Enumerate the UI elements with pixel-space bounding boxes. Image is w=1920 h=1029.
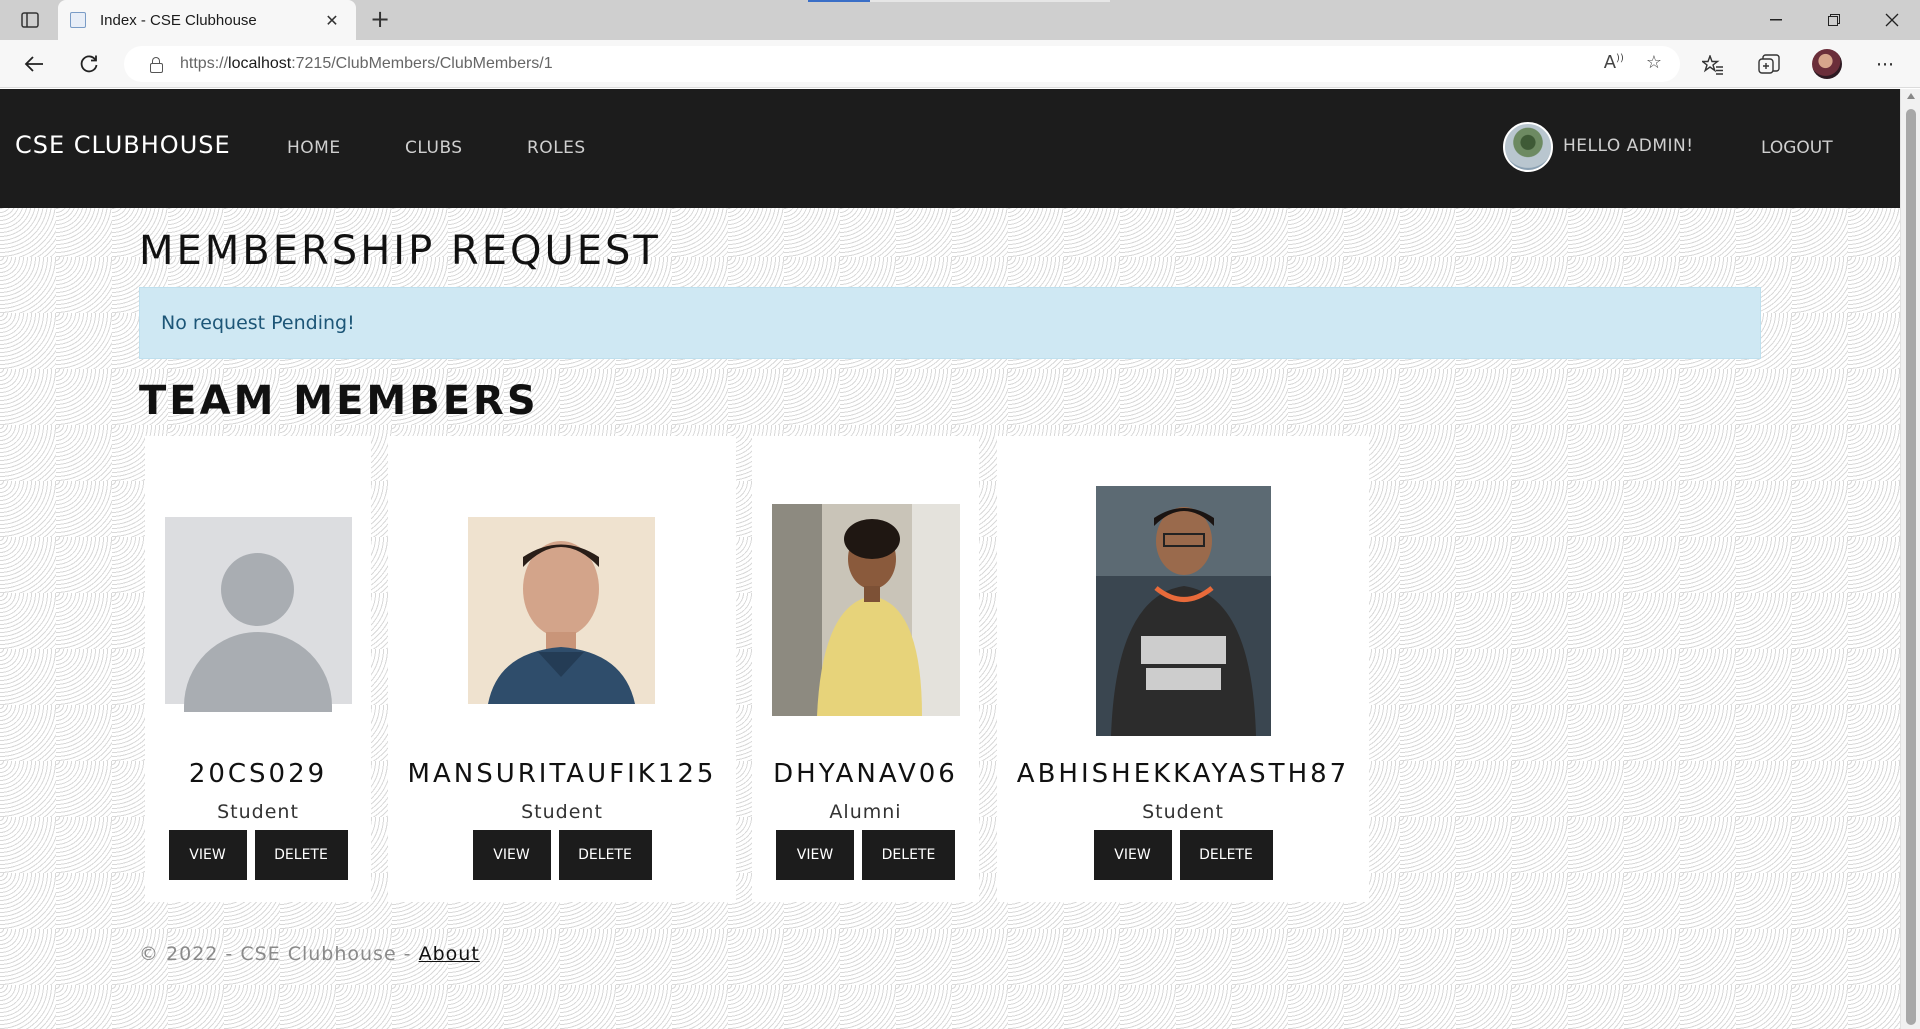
nav-home[interactable]: HOME <box>287 138 341 158</box>
member-card: ABHISHEKKAYASTH87 Student VIEW DELETE <box>997 436 1369 902</box>
member-role: Student <box>1142 801 1224 823</box>
member-name: MANSURITAUFIK125 <box>407 759 717 789</box>
url-text: https://localhost:7215/ClubMembers/ClubM… <box>180 55 553 72</box>
tab-drag-indicator-track <box>870 0 1110 2</box>
browser-tab[interactable]: Index - CSE Clubhouse ✕ <box>58 0 356 40</box>
delete-button[interactable]: DELETE <box>254 830 348 880</box>
back-icon[interactable] <box>16 48 52 80</box>
greeting[interactable]: HELLO ADMIN! <box>1563 136 1694 156</box>
new-tab-icon[interactable]: + <box>366 6 394 34</box>
member-card: MANSURITAUFIK125 Student VIEW DELETE <box>388 436 736 902</box>
more-options-icon[interactable]: ··· <box>1872 52 1898 78</box>
no-request-alert: No request Pending! <box>139 287 1761 359</box>
tab-actions-icon[interactable] <box>14 8 46 32</box>
collections-icon[interactable] <box>1756 52 1782 78</box>
address-bar: https://localhost:7215/ClubMembers/ClubM… <box>0 40 1920 88</box>
member-role: Student <box>521 801 603 823</box>
member-role: Student <box>217 801 299 823</box>
refresh-icon[interactable] <box>71 48 107 80</box>
close-window-icon[interactable] <box>1864 0 1920 40</box>
delete-button[interactable]: DELETE <box>1179 830 1273 880</box>
member-card: DHYANAV06 Alumni VIEW DELETE <box>752 436 979 902</box>
view-button[interactable]: VIEW <box>776 830 854 880</box>
profile-avatar[interactable] <box>1812 49 1842 79</box>
view-button[interactable]: VIEW <box>472 830 551 880</box>
default-avatar-icon <box>165 517 352 712</box>
member-name: 20CS029 <box>188 759 328 789</box>
member-photo <box>1096 486 1271 736</box>
tab-drag-indicator <box>808 0 870 2</box>
site-brand[interactable]: CSE CLUBHOUSE <box>15 131 231 159</box>
add-favorite-icon[interactable]: ☆ <box>1646 52 1662 73</box>
logout-link[interactable]: LOGOUT <box>1761 138 1833 158</box>
member-card: 20CS029 Student VIEW DELETE <box>145 436 371 902</box>
team-heading: TEAM MEMBERS <box>139 378 539 424</box>
page-favicon-icon <box>70 12 86 28</box>
read-aloud-icon[interactable]: A)) <box>1604 52 1624 73</box>
admin-avatar[interactable] <box>1503 122 1553 172</box>
member-photo <box>772 504 960 716</box>
url-field[interactable]: https://localhost:7215/ClubMembers/ClubM… <box>124 46 1680 82</box>
footer: © 2022 - CSE Clubhouse - About <box>139 943 480 965</box>
minimize-icon[interactable] <box>1748 0 1804 40</box>
membership-heading: MEMBERSHIP REQUEST <box>139 228 661 274</box>
scroll-thumb[interactable] <box>1906 109 1916 1025</box>
page-scrollbar[interactable] <box>1900 89 1920 1029</box>
member-name: DHYANAV06 <box>773 759 958 789</box>
footer-text: © 2022 - CSE Clubhouse - <box>139 943 419 965</box>
scroll-up-icon[interactable] <box>1907 93 1915 99</box>
member-role: Alumni <box>829 801 902 823</box>
favorites-icon[interactable] <box>1700 52 1726 78</box>
delete-button[interactable]: DELETE <box>558 830 652 880</box>
site-navbar: CSE CLUBHOUSE HOME CLUBS ROLES HELLO ADM… <box>0 89 1900 208</box>
browser-tab-bar: Index - CSE Clubhouse ✕ + <box>0 0 1920 40</box>
alert-text: No request Pending! <box>161 312 355 334</box>
about-link[interactable]: About <box>419 943 480 965</box>
delete-button[interactable]: DELETE <box>862 830 955 880</box>
page-viewport: CSE CLUBHOUSE HOME CLUBS ROLES HELLO ADM… <box>0 89 1900 1029</box>
restore-icon[interactable] <box>1806 0 1862 40</box>
member-photo <box>468 517 655 704</box>
close-tab-icon[interactable]: ✕ <box>320 11 344 30</box>
view-button[interactable]: VIEW <box>168 830 247 880</box>
nav-clubs[interactable]: CLUBS <box>405 138 463 158</box>
tab-title: Index - CSE Clubhouse <box>100 11 257 29</box>
nav-roles[interactable]: ROLES <box>527 138 586 158</box>
member-name: ABHISHEKKAYASTH87 <box>1016 759 1350 789</box>
view-button[interactable]: VIEW <box>1093 830 1172 880</box>
lock-icon[interactable] <box>150 57 163 73</box>
